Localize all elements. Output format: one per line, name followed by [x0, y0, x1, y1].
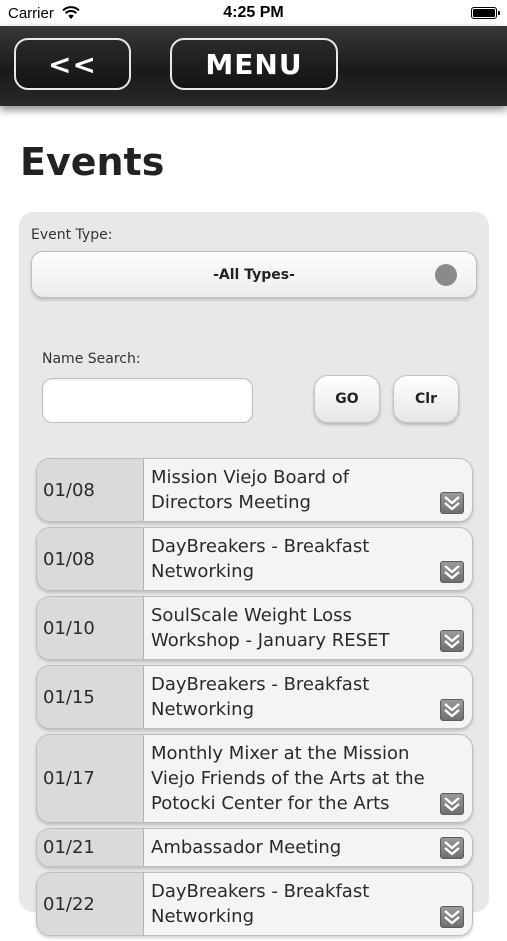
menu-button[interactable]: MENU	[170, 38, 338, 90]
events-panel: Event Type: -All Types- Name Search: GO …	[19, 212, 489, 936]
event-type-value: -All Types-	[213, 266, 295, 283]
page-title: Events	[20, 140, 165, 184]
event-title: DayBreakers - Breakfast Networking	[151, 881, 370, 927]
event-row[interactable]: 01/08 DayBreakers - Breakfast Networking	[36, 527, 473, 591]
event-type-label: Event Type:	[31, 227, 113, 243]
event-type-select[interactable]: -All Types-	[31, 251, 477, 298]
chevron-down-icon[interactable]	[440, 699, 464, 721]
event-row[interactable]: 01/15 DayBreakers - Breakfast Networking	[36, 665, 473, 729]
event-title: DayBreakers - Breakfast Networking	[151, 536, 370, 582]
battery-icon	[471, 7, 500, 19]
event-date: 01/08	[37, 528, 144, 590]
event-title: DayBreakers - Breakfast Networking	[151, 674, 370, 720]
event-date: 01/17	[37, 735, 144, 822]
event-title: SoulScale Weight Loss Workshop - January…	[151, 605, 390, 651]
chevron-down-icon[interactable]	[440, 793, 464, 815]
back-button[interactable]: <<	[14, 38, 131, 90]
event-title: Ambassador Meeting	[151, 837, 342, 858]
event-row[interactable]: 01/08 Mission Viejo Board of Directors Me…	[36, 458, 473, 522]
event-date: 01/08	[37, 459, 144, 521]
event-date: 01/21	[37, 829, 144, 866]
event-date: 01/22	[37, 873, 144, 935]
chevron-down-icon[interactable]	[440, 561, 464, 583]
event-title: Monthly Mixer at the Mission Viejo Frien…	[151, 743, 425, 814]
chevron-down-icon[interactable]	[440, 492, 464, 514]
status-time: 4:25 PM	[223, 4, 284, 21]
clear-button[interactable]: Clr	[393, 375, 459, 423]
chevron-down-icon[interactable]	[440, 630, 464, 652]
name-search-input[interactable]	[42, 378, 253, 423]
event-date: 01/15	[37, 666, 144, 728]
name-search-label: Name Search:	[42, 351, 141, 367]
chevron-down-icon[interactable]	[440, 906, 464, 928]
event-row[interactable]: 01/17 Monthly Mixer at the Mission Viejo …	[36, 734, 473, 823]
go-button[interactable]: GO	[314, 375, 380, 423]
event-title: Mission Viejo Board of Directors Meeting	[151, 467, 350, 513]
dropdown-indicator-icon	[435, 264, 457, 286]
event-date: 01/10	[37, 597, 144, 659]
event-row[interactable]: 01/21 Ambassador Meeting	[36, 828, 473, 867]
chevron-down-icon[interactable]	[440, 837, 464, 859]
nav-bar: << MENU	[0, 26, 507, 106]
events-list: 01/08 Mission Viejo Board of Directors Me…	[36, 458, 473, 941]
status-bar: Carrier 4:25 PM	[0, 0, 507, 26]
event-row[interactable]: 01/22 DayBreakers - Breakfast Networking	[36, 872, 473, 936]
event-row[interactable]: 01/10 SoulScale Weight Loss Workshop - Ja…	[36, 596, 473, 660]
